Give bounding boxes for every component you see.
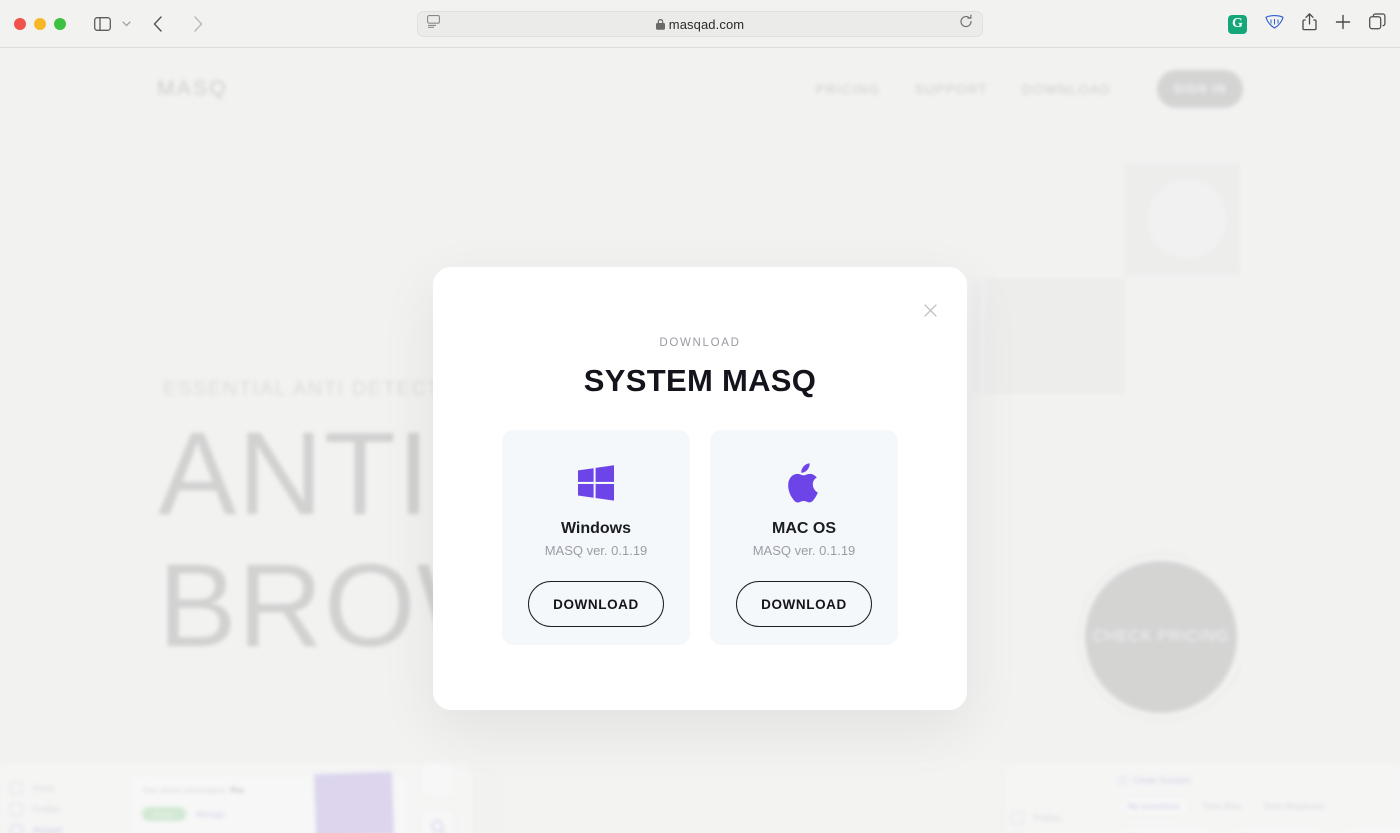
os-name: MAC OS (772, 520, 836, 537)
apple-logo-icon (787, 460, 821, 506)
browser-toolbar: masqad.com G (0, 0, 1400, 48)
forward-arrow-icon[interactable] (184, 11, 212, 37)
window-traffic-lights (14, 17, 66, 30)
download-button-windows[interactable]: DOWNLOAD (528, 581, 664, 627)
close-window-button[interactable] (14, 17, 26, 30)
address-bar[interactable]: masqad.com (417, 11, 983, 37)
close-icon[interactable] (919, 299, 941, 321)
url-text: masqad.com (668, 16, 745, 32)
os-card-macos[interactable]: MAC OS MASQ ver. 0.1.19 DOWNLOAD (710, 430, 898, 645)
os-card-list: Windows MASQ ver. 0.1.19 DOWNLOAD MAC OS… (433, 430, 967, 645)
os-version: MASQ ver. 0.1.19 (544, 543, 648, 558)
download-modal: DOWNLOAD SYSTEM MASQ Windows MASQ ver. 0… (433, 267, 967, 710)
reader-view-icon[interactable] (427, 15, 440, 33)
new-tab-icon[interactable] (1335, 14, 1351, 35)
share-icon[interactable] (1302, 12, 1317, 36)
download-button-macos[interactable]: DOWNLOAD (736, 581, 872, 627)
modal-title: SYSTEM MASQ (583, 363, 817, 398)
windows-logo-icon (576, 460, 616, 506)
wallet-extension-icon[interactable] (1265, 14, 1284, 34)
lock-icon (655, 18, 665, 30)
sidebar-toggle-icon[interactable] (88, 11, 116, 37)
browser-window: masqad.com G MASQ PRICING SUPPORT DOWNLO… (0, 0, 1400, 833)
minimize-window-button[interactable] (34, 17, 46, 30)
os-name: Windows (560, 520, 632, 537)
chevron-down-icon[interactable] (118, 11, 134, 37)
modal-eyebrow: DOWNLOAD (659, 337, 741, 349)
tab-overview-icon[interactable] (1369, 13, 1386, 35)
zoom-window-button[interactable] (54, 17, 66, 30)
grammarly-extension-icon[interactable]: G (1228, 14, 1247, 34)
os-version: MASQ ver. 0.1.19 (752, 543, 856, 558)
reload-icon[interactable] (959, 14, 973, 34)
back-arrow-icon[interactable] (144, 11, 172, 37)
os-card-windows[interactable]: Windows MASQ ver. 0.1.19 DOWNLOAD (502, 430, 690, 645)
web-page: MASQ PRICING SUPPORT DOWNLOAD SIGN IN ES… (0, 48, 1400, 833)
